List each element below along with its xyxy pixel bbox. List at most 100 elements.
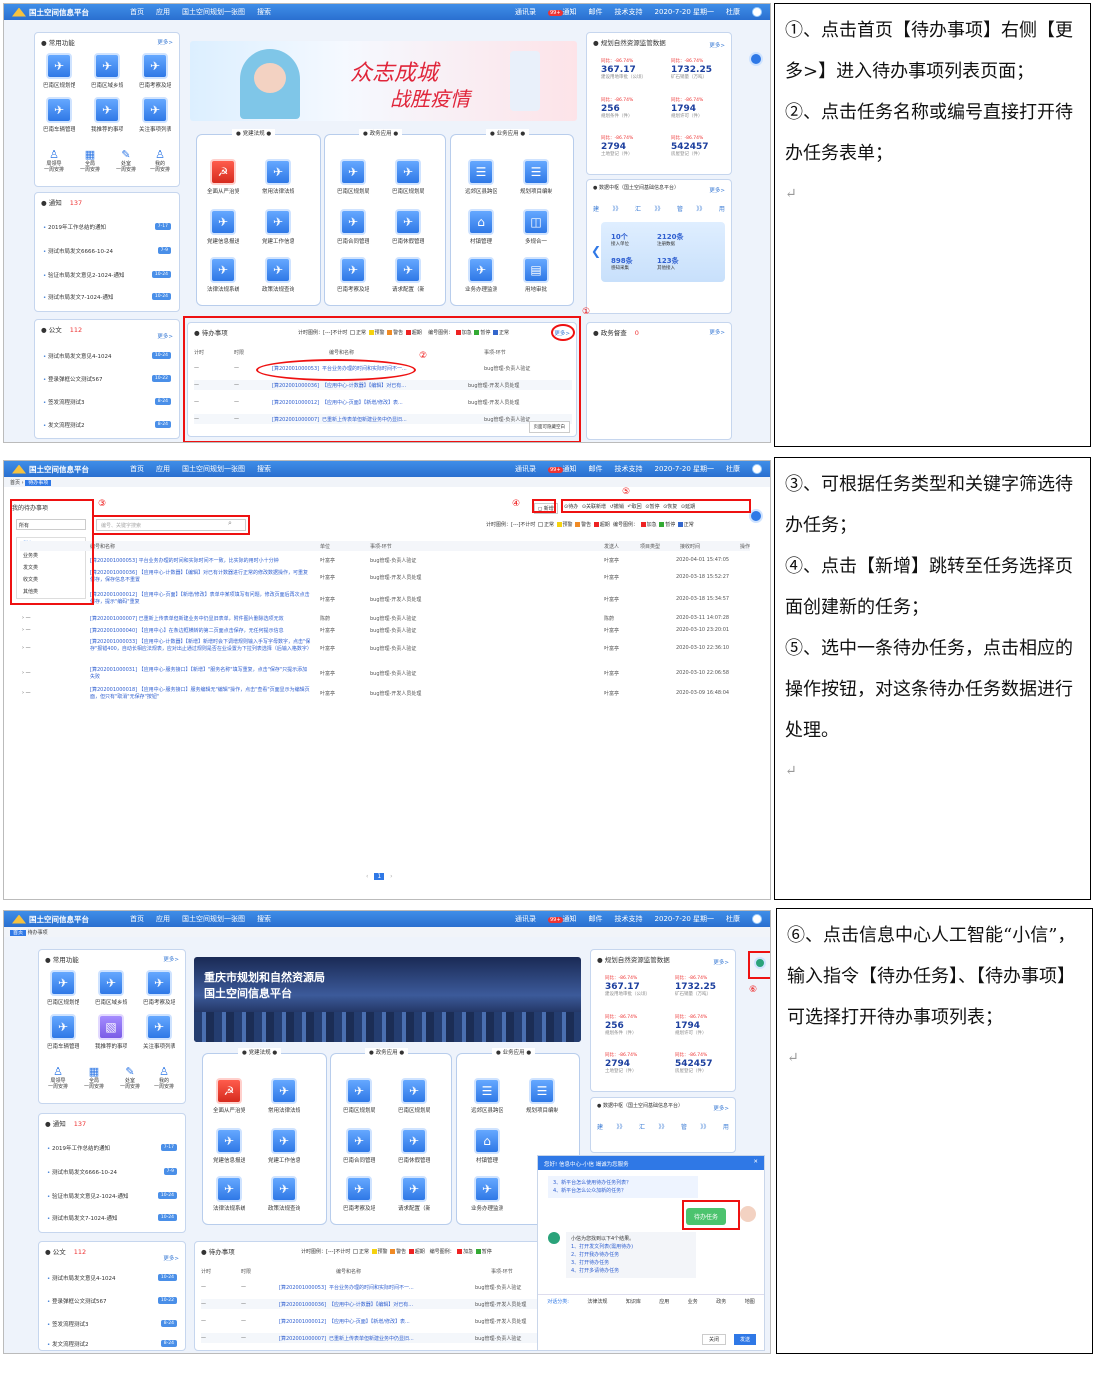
list-row[interactable]: [算202001000053] 平台业务办理的时间和实际时间不一致，比实际的用时…: [20, 555, 750, 565]
assistant-icon[interactable]: [749, 52, 763, 66]
tile-gov-5[interactable]: ✈ 巴南考察及培: [343, 1176, 375, 1212]
menu-map[interactable]: 国土空间规划一张图: [182, 914, 245, 924]
menu-search[interactable]: 搜索: [257, 7, 271, 17]
tile-banan-vehicle[interactable]: ✈ 巴南车辆管理: [47, 1014, 79, 1050]
chat-tab[interactable]: 应用: [659, 1298, 669, 1306]
user-name[interactable]: 杜康: [726, 7, 740, 17]
tile-banan-planning[interactable]: ✈ 巴南区规划馆: [43, 53, 75, 89]
crumb-todo[interactable]: 待办事项: [28, 930, 48, 936]
reply-link[interactable]: 2、打开我办待办任务: [571, 1251, 691, 1259]
contacts-link[interactable]: 通讯录: [515, 914, 536, 924]
official-more-link[interactable]: 更多>: [163, 1254, 179, 1262]
avatar[interactable]: [752, 7, 762, 17]
contacts-link[interactable]: 通讯录: [515, 7, 536, 17]
weekly-bureau[interactable]: ▦ 全局 一周安排: [77, 149, 103, 174]
list-row[interactable]: › — [算202001000031] 【应用中心-服务接口】【新增】"服务名称"…: [20, 665, 750, 683]
tile-gov-1[interactable]: ✈ 巴南区规划局: [343, 1078, 375, 1114]
tile-policy-query[interactable]: ✈ 政策法规查询: [262, 257, 294, 293]
mail-link[interactable]: 邮件: [589, 464, 603, 474]
monitor-more-link[interactable]: 更多>: [709, 41, 725, 49]
tile-gov-4[interactable]: ✈ 巴南休假管理: [392, 209, 424, 245]
tile-law-system[interactable]: ✈ 法律法规系统: [207, 257, 239, 293]
page-prev[interactable]: ‹: [366, 873, 368, 880]
tile-biz-3[interactable]: ⌂ 村镇管理: [471, 1128, 503, 1164]
tile-party-work[interactable]: ✈ 党建工作信息: [268, 1128, 300, 1164]
chat-tab[interactable]: 知识库: [626, 1298, 641, 1306]
notice-item[interactable]: • 2019年工作总结的通知 7-17: [47, 1144, 177, 1154]
notice-item[interactable]: • 2019年工作总结的通知 7-17: [43, 223, 171, 233]
common-more-link[interactable]: 更多>: [157, 38, 173, 46]
tile-party-discipline[interactable]: ☭ 全面从严治党: [213, 1078, 245, 1114]
tile-common-law[interactable]: ✈ 常用法律法规: [268, 1078, 300, 1114]
tile-banan-training[interactable]: ✈ 巴南考察及培: [139, 53, 171, 89]
chat-close-button[interactable]: 关闭: [702, 1334, 727, 1345]
user-name[interactable]: 杜康: [726, 914, 740, 924]
reply-link[interactable]: 4、打开多请待办任务: [571, 1267, 691, 1275]
notice-item[interactable]: • 验证市局发文意见2-1024-通知 10-24: [47, 1192, 177, 1202]
tile-party-report[interactable]: ✈ 党建信息报送: [207, 209, 239, 245]
support-link[interactable]: 技术支持: [615, 7, 643, 17]
doc-item[interactable]: • 测试市局发文意见4-1024 10-24: [47, 1274, 177, 1284]
tile-biz-5[interactable]: ✈ 业务办理监测: [465, 257, 497, 293]
supervise-more-link[interactable]: 更多>: [709, 328, 725, 336]
suggestion-item[interactable]: 4、新平台怎么公众加新的任务？: [553, 1187, 693, 1195]
notice-item[interactable]: • 测试市局发文6666-10-24 7-9: [47, 1168, 177, 1178]
doc-item[interactable]: • 登录弹框公文测试567 10-22: [43, 375, 171, 385]
tile-banan-vehicle[interactable]: ✈ 巴南车辆管理: [43, 97, 75, 133]
tile-gov-6[interactable]: ✈ 请求配置（新: [398, 1176, 430, 1212]
todo-row[interactable]: — — [算202001000036] 【应用中心-计数器】【编辑】对已有... bug…: [201, 1299, 561, 1309]
tile-gov-2[interactable]: ✈ 巴南区规划局: [392, 159, 424, 195]
avatar[interactable]: [752, 464, 762, 474]
tile-gov-1[interactable]: ✈ 巴南区规划局: [337, 159, 369, 195]
page-current[interactable]: 1: [374, 873, 385, 880]
todo-row[interactable]: — — [算202001000007] 已重新上传表单但新建业务中仍显旧... bug管…: [201, 1333, 561, 1343]
menu-search[interactable]: 搜索: [257, 914, 271, 924]
tile-biz-5[interactable]: ✈ 业务办理监测: [471, 1176, 503, 1212]
tile-gov-5[interactable]: ✈ 巴南考察及培: [337, 257, 369, 293]
list-row[interactable]: [算202001000036] 【应用中心-计数器】【编辑】对已有计数器进行正常…: [20, 568, 750, 588]
crumb-home[interactable]: 首页: [10, 480, 20, 486]
tile-gov-6[interactable]: ✈ 请求配置（新: [392, 257, 424, 293]
support-link[interactable]: 技术支持: [615, 464, 643, 474]
notice-item[interactable]: • 测试市局发文7-1024-通知 10-24: [43, 293, 171, 303]
list-row[interactable]: › — [算202001000007] 已重新上传表单但新建业务中仍显旧表单，附件…: [20, 613, 750, 623]
notice-link[interactable]: 99+ 通知: [547, 914, 577, 924]
tile-biz-3[interactable]: ⌂ 村镇管理: [465, 209, 497, 245]
tile-follow-list[interactable]: ✈ 关注事项列表: [143, 1014, 175, 1050]
contacts-link[interactable]: 通讯录: [515, 464, 536, 474]
menu-apps[interactable]: 应用: [156, 914, 170, 924]
tile-gov-2[interactable]: ✈ 巴南区规划局: [398, 1078, 430, 1114]
tile-gov-3[interactable]: ✈ 巴南合同管理: [343, 1128, 375, 1164]
chat-tab[interactable]: 政务: [716, 1298, 726, 1306]
menu-home[interactable]: 首页: [130, 464, 144, 474]
datahub-more-link[interactable]: 更多>: [709, 186, 725, 194]
tile-party-work[interactable]: ✈ 党建工作信息: [262, 209, 294, 245]
official-more-link[interactable]: 更多>: [157, 332, 173, 340]
tile-biz-4[interactable]: ◫ 多规合一: [520, 209, 552, 245]
weekly-mine[interactable]: ♙ 我的 一周安排: [147, 149, 173, 174]
notice-link[interactable]: 99+ 通知: [547, 7, 577, 17]
crumb-todo[interactable]: 待办事项: [25, 480, 52, 486]
weekly-division[interactable]: ✎ 处室 一周安排: [117, 1066, 143, 1091]
notice-item[interactable]: • 测试市局发文6666-10-24 7-9: [43, 247, 171, 257]
tile-recommended[interactable]: ▧ 我推荐的事项: [95, 1014, 127, 1050]
todo-row[interactable]: — — [算202001000053] 平台业务办理的时间和实际时间不一... bug管…: [201, 1282, 561, 1292]
tile-gov-4[interactable]: ✈ 巴南休假管理: [398, 1128, 430, 1164]
tile-common-law[interactable]: ✈ 常用法律法规: [262, 159, 294, 195]
page-next[interactable]: ›: [390, 873, 392, 880]
mail-link[interactable]: 邮件: [589, 7, 603, 17]
chat-tab[interactable]: 业务: [688, 1298, 698, 1306]
menu-map[interactable]: 国土空间规划一张图: [182, 464, 245, 474]
tile-policy-query[interactable]: ✈ 政策法规查询: [268, 1176, 300, 1212]
crumb-home[interactable]: 首页: [10, 930, 27, 936]
doc-item[interactable]: • 发文流程测试2 8-24: [47, 1340, 177, 1350]
menu-search[interactable]: 搜索: [257, 464, 271, 474]
notice-item[interactable]: • 测试市局发文7-1024-通知 10-24: [47, 1214, 177, 1224]
weekly-leader[interactable]: ♙ 局领导 一周安排: [41, 149, 67, 174]
list-row[interactable]: › — [算202001000040] 【应用中心】在条边框横转的第二页面点击保存…: [20, 625, 750, 635]
weekly-bureau[interactable]: ▦ 全局 一周安排: [81, 1066, 107, 1091]
tile-biz-2[interactable]: ☰ 规划项目编制: [520, 159, 552, 195]
datahub-more-link[interactable]: 更多>: [713, 1104, 729, 1112]
notice-link[interactable]: 99+ 通知: [547, 464, 577, 474]
chat-tab[interactable]: 法律法规: [587, 1298, 607, 1306]
